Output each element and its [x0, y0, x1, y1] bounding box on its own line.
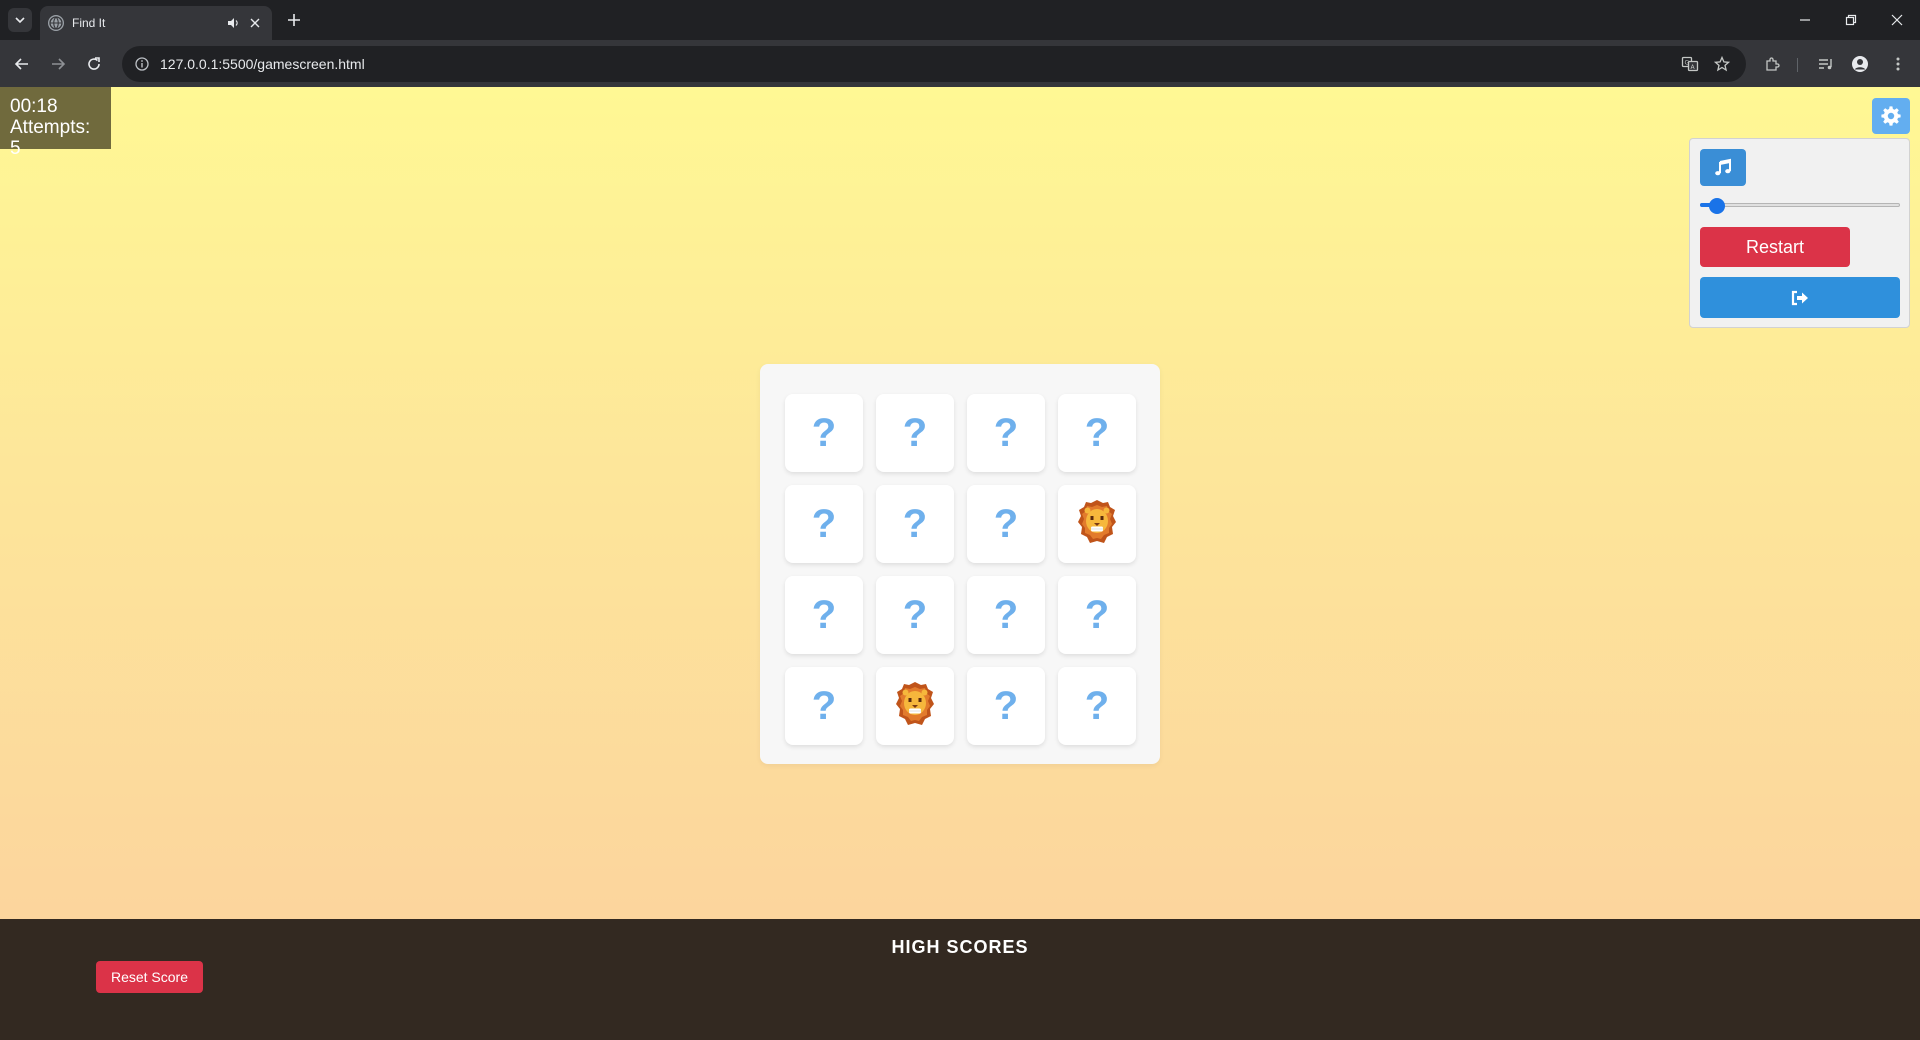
toolbar-divider — [1797, 58, 1798, 72]
question-mark: ? — [811, 410, 837, 455]
browser-toolbar: 127.0.0.1:5500/gamescreen.html GA — [0, 40, 1920, 87]
timer-text: 00:18 — [10, 96, 58, 117]
browser-tab-bar: Find It — [0, 0, 1920, 40]
game-board: ?????????????? — [760, 364, 1160, 764]
volume-slider[interactable] — [1700, 198, 1900, 214]
card-hidden[interactable]: ? — [785, 576, 863, 654]
high-scores-section: HIGH SCORES Reset Score — [0, 919, 1920, 1040]
music-toggle-button[interactable] — [1700, 149, 1746, 186]
card-hidden[interactable]: ? — [967, 667, 1045, 745]
card-hidden[interactable]: ? — [967, 576, 1045, 654]
profile-icon[interactable] — [1846, 50, 1874, 78]
question-mark: ? — [811, 592, 837, 637]
question-mark: ? — [993, 592, 1019, 637]
restore-icon[interactable] — [1828, 0, 1874, 40]
exit-button[interactable] — [1700, 277, 1900, 318]
question-mark: ? — [902, 410, 928, 455]
translate-icon[interactable]: GA — [1676, 50, 1704, 78]
card-hidden[interactable]: ? — [876, 394, 954, 472]
media-control-icon[interactable] — [1812, 50, 1840, 78]
url-text: 127.0.0.1:5500/gamescreen.html — [160, 56, 365, 72]
browser-tab[interactable]: Find It — [40, 6, 272, 40]
volume-slider-thumb[interactable] — [1709, 198, 1726, 214]
card-hidden[interactable]: ? — [1058, 394, 1136, 472]
card-hidden[interactable]: ? — [967, 394, 1045, 472]
site-info-icon[interactable] — [134, 56, 150, 72]
card-revealed[interactable] — [876, 667, 954, 745]
settings-panel: Restart — [1689, 138, 1910, 328]
bookmark-star-icon[interactable] — [1708, 50, 1736, 78]
reset-score-button[interactable]: Reset Score — [96, 961, 203, 993]
question-mark: ? — [902, 592, 928, 637]
card-hidden[interactable]: ? — [876, 576, 954, 654]
question-mark: ? — [811, 683, 837, 728]
gear-icon — [1881, 106, 1901, 126]
music-note-icon — [1715, 158, 1731, 175]
speaker-icon[interactable] — [224, 14, 242, 32]
question-mark: ? — [1084, 683, 1110, 728]
reload-icon[interactable] — [80, 50, 108, 78]
tab-title: Find It — [72, 16, 106, 30]
back-icon[interactable] — [8, 50, 36, 78]
high-scores-title: HIGH SCORES — [891, 937, 1029, 957]
card-hidden[interactable]: ? — [785, 394, 863, 472]
minimize-icon[interactable] — [1782, 0, 1828, 40]
card-revealed[interactable] — [1058, 485, 1136, 563]
card-hidden[interactable]: ? — [1058, 667, 1136, 745]
question-mark: ? — [1084, 592, 1110, 637]
close-window-icon[interactable] — [1874, 0, 1920, 40]
card-hidden[interactable]: ? — [785, 667, 863, 745]
question-mark: ? — [811, 501, 837, 546]
card-hidden[interactable]: ? — [785, 485, 863, 563]
question-mark: ? — [993, 410, 1019, 455]
globe-icon — [48, 15, 64, 31]
card-hidden[interactable]: ? — [967, 485, 1045, 563]
lion-icon — [895, 681, 935, 732]
new-tab-button[interactable] — [282, 8, 306, 32]
svg-text:G: G — [1685, 60, 1690, 67]
card-hidden[interactable]: ? — [1058, 576, 1136, 654]
sign-out-icon — [1791, 290, 1808, 305]
settings-button[interactable] — [1872, 98, 1910, 134]
attempts-text: Attempts: 5 — [10, 117, 91, 159]
volume-slider-track — [1700, 203, 1900, 207]
extensions-icon[interactable] — [1758, 50, 1786, 78]
chevron-down-icon — [15, 17, 25, 24]
tab-search-button[interactable] — [8, 8, 32, 32]
card-hidden[interactable]: ? — [876, 485, 954, 563]
stats-panel: 00:18 Attempts: 5 — [0, 87, 111, 159]
restart-button[interactable]: Restart — [1700, 227, 1850, 267]
more-menu-icon[interactable] — [1884, 50, 1912, 78]
close-tab-icon[interactable] — [246, 14, 264, 32]
question-mark: ? — [993, 683, 1019, 728]
window-controls — [1782, 0, 1920, 40]
plus-icon — [288, 14, 300, 26]
question-mark: ? — [1084, 410, 1110, 455]
forward-icon[interactable] — [44, 50, 72, 78]
address-bar[interactable]: 127.0.0.1:5500/gamescreen.html — [122, 46, 1746, 82]
lion-icon — [1077, 499, 1117, 550]
game-page: 00:18 Attempts: 5 Restart ? ? ? ? ? ? ? … — [0, 87, 1920, 1040]
question-mark: ? — [902, 501, 928, 546]
question-mark: ? — [993, 501, 1019, 546]
